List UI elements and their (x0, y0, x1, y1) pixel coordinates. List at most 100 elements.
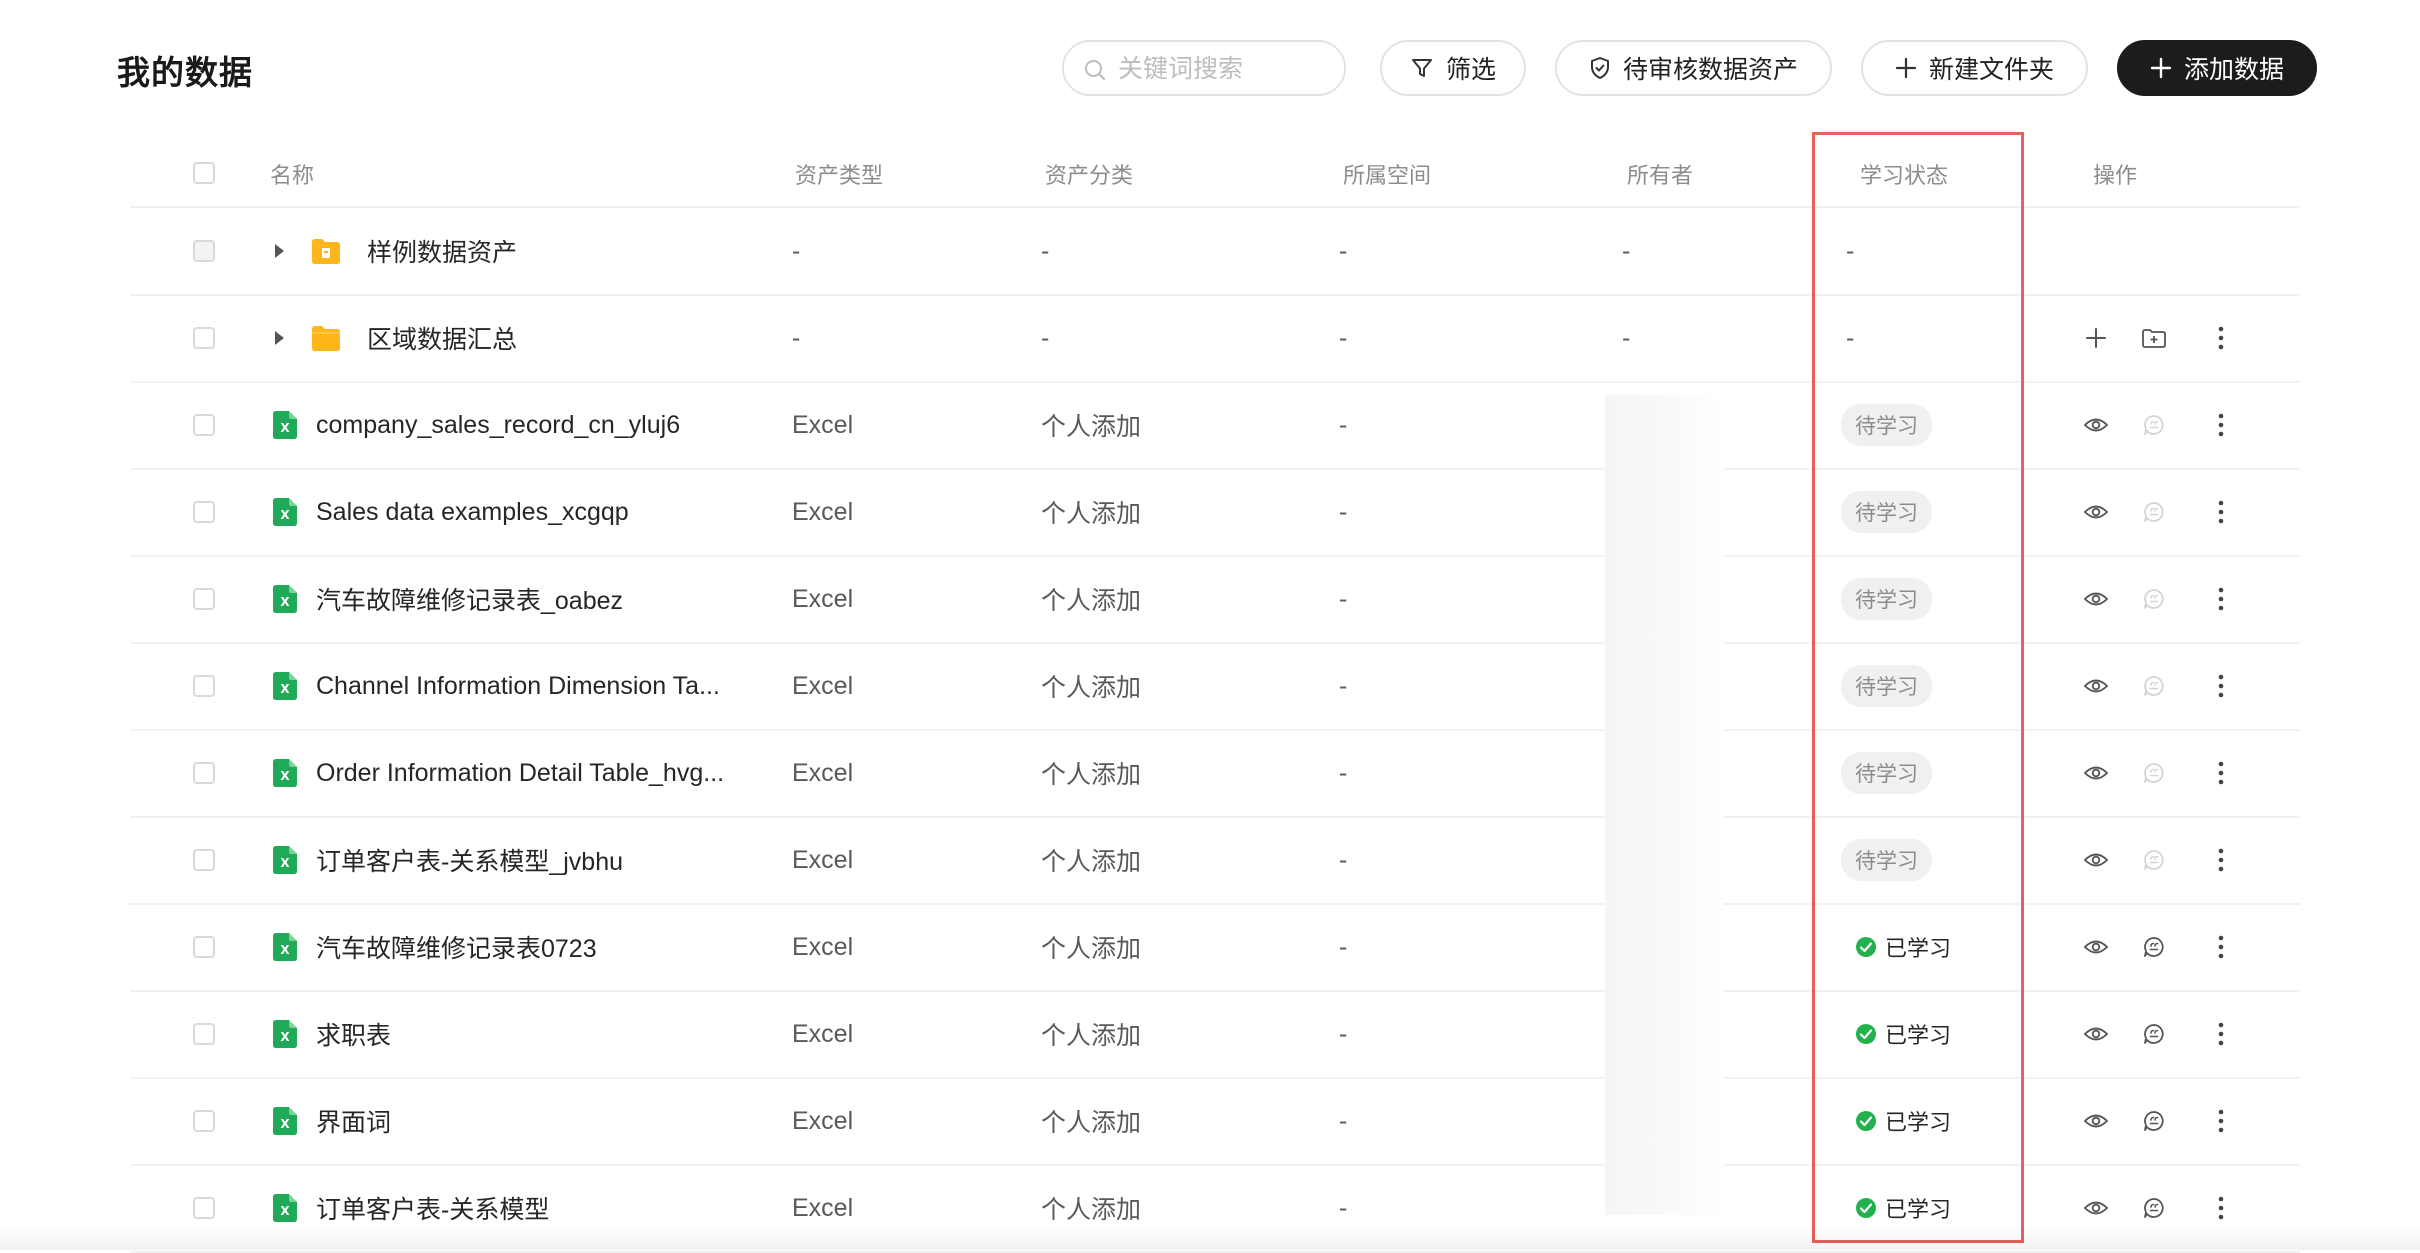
more-icon[interactable] (2207, 933, 2235, 961)
more-icon[interactable] (2207, 498, 2235, 526)
folder-row[interactable]: 区域数据汇总 - - - - - (130, 295, 2300, 383)
chat-icon[interactable] (2140, 933, 2168, 961)
more-icon[interactable] (2207, 846, 2235, 874)
view-icon[interactable] (2082, 411, 2110, 439)
row-checkbox[interactable] (193, 936, 215, 958)
new-folder-button[interactable]: 新建文件夹 (1861, 40, 2088, 96)
view-icon[interactable] (2082, 1107, 2110, 1135)
more-icon[interactable] (2207, 759, 2235, 787)
select-all-checkbox[interactable] (193, 162, 215, 184)
status-text: 已学习 (1885, 1197, 1952, 1222)
space: - (1339, 323, 1348, 352)
folder-icon (311, 295, 341, 381)
more-icon[interactable] (2207, 411, 2235, 439)
chat-icon[interactable] (2140, 1107, 2168, 1135)
column-header-owner[interactable]: 所有者 (1627, 158, 1693, 190)
row-checkbox[interactable] (193, 762, 215, 784)
row-name[interactable]: Order Information Detail Table_hvg... (316, 730, 724, 816)
view-icon[interactable] (2082, 1194, 2110, 1222)
expand-caret-icon[interactable] (272, 208, 286, 294)
search-box[interactable] (1062, 40, 1346, 96)
row-checkbox[interactable] (193, 588, 215, 610)
space: - (1339, 236, 1348, 265)
more-icon[interactable] (2207, 585, 2235, 613)
svg-text:X: X (280, 1204, 290, 1218)
row-name[interactable]: 求职表 (316, 991, 391, 1077)
view-icon[interactable] (2082, 1020, 2110, 1048)
pending-review-button[interactable]: 待审核数据资产 (1555, 40, 1832, 96)
table-row[interactable]: X Order Information Detail Table_hvg... Ex… (130, 730, 2300, 818)
view-icon[interactable] (2082, 933, 2110, 961)
table-row[interactable]: X 汽车故障维修记录表0723 Excel 个人添加 - 已学习 (130, 904, 2300, 992)
space: - (1339, 1106, 1348, 1135)
row-name[interactable]: 汽车故障维修记录表0723 (316, 904, 597, 990)
table-row[interactable]: X 汽车故障维修记录表_oabez Excel 个人添加 - 待学习 (130, 556, 2300, 644)
view-icon[interactable] (2082, 846, 2110, 874)
excel-icon: X (273, 1078, 297, 1164)
asset-type: Excel (792, 1019, 854, 1048)
expand-caret-icon[interactable] (272, 295, 286, 381)
chat-icon[interactable] (2140, 1020, 2168, 1048)
row-checkbox[interactable] (193, 327, 215, 349)
row-name[interactable]: Sales data examples_xcgqp (316, 469, 629, 555)
more-icon[interactable] (2207, 324, 2235, 352)
plus-icon (1895, 57, 1917, 79)
learning-status: 已学习 (1855, 991, 1951, 1077)
more-icon[interactable] (2207, 672, 2235, 700)
table-row[interactable]: X 求职表 Excel 个人添加 - 已学习 (130, 991, 2300, 1079)
more-icon[interactable] (2207, 1020, 2235, 1048)
asset-category: - (1041, 236, 1050, 265)
asset-type: Excel (792, 1106, 854, 1135)
table-row[interactable]: X Channel Information Dimension Ta... Exce… (130, 643, 2300, 731)
svg-text:X: X (280, 1117, 290, 1131)
space: - (1339, 584, 1348, 613)
row-name[interactable]: 汽车故障维修记录表_oabez (316, 556, 623, 642)
more-icon[interactable] (2207, 1194, 2235, 1222)
column-header-space[interactable]: 所属空间 (1343, 158, 1431, 190)
row-name[interactable]: 样例数据资产 (367, 208, 517, 294)
folder-row[interactable]: 样例数据资产 - - - - - (130, 208, 2300, 296)
column-header-asset-type[interactable]: 资产类型 (795, 158, 883, 190)
asset-category: 个人添加 (1041, 587, 1142, 615)
view-icon[interactable] (2082, 498, 2110, 526)
learning-status: 待学习 (1841, 643, 1932, 729)
more-icon[interactable] (2207, 1107, 2235, 1135)
add-folder-icon[interactable] (2140, 324, 2168, 352)
search-input[interactable] (1116, 48, 1330, 90)
row-checkbox[interactable] (193, 675, 215, 697)
row-name[interactable]: 界面词 (316, 1078, 391, 1164)
column-header-asset-category[interactable]: 资产分类 (1045, 158, 1133, 190)
row-checkbox[interactable] (193, 1023, 215, 1045)
folder-sample-icon (311, 208, 341, 294)
table-row[interactable]: X 订单客户表-关系模型_jvbhu Excel 个人添加 - 待学习 (130, 817, 2300, 905)
table-row[interactable]: X 界面词 Excel 个人添加 - 已学习 (130, 1078, 2300, 1166)
excel-icon: X (273, 730, 297, 816)
view-icon[interactable] (2082, 672, 2110, 700)
row-checkbox[interactable] (193, 414, 215, 436)
excel-icon: X (273, 556, 297, 642)
add-data-button[interactable]: 添加数据 (2117, 40, 2317, 96)
learning-status: 待学习 (1841, 382, 1932, 468)
view-icon[interactable] (2082, 759, 2110, 787)
row-name[interactable]: 区域数据汇总 (367, 295, 517, 381)
row-name[interactable]: 订单客户表-关系模型_jvbhu (316, 817, 623, 903)
row-checkbox[interactable] (193, 1197, 215, 1219)
learning-status: 待学习 (1841, 469, 1932, 555)
row-checkbox[interactable] (193, 1110, 215, 1132)
table-row[interactable]: Xcompany_sales_record_cn_yluj6 Excel 个人添加 -… (130, 382, 2300, 470)
filter-button[interactable]: 筛选 (1380, 40, 1526, 96)
view-icon[interactable] (2082, 585, 2110, 613)
row-name[interactable]: Channel Information Dimension Ta... (316, 643, 720, 729)
row-checkbox[interactable] (193, 501, 215, 523)
chat-icon (2140, 759, 2168, 787)
chat-icon[interactable] (2140, 1194, 2168, 1222)
add-icon[interactable] (2082, 324, 2110, 352)
learning-status: - (1846, 236, 1855, 265)
plus-icon (2150, 57, 2172, 79)
column-header-learning-status[interactable]: 学习状态 (1860, 158, 1948, 190)
row-name[interactable]: company_sales_record_cn_yluj6 (316, 382, 680, 468)
table-row[interactable]: X Sales data examples_xcgqp Excel 个人添加 - 待学习 (130, 469, 2300, 557)
row-checkbox[interactable] (193, 849, 215, 871)
asset-category: 个人添加 (1041, 1109, 1142, 1137)
column-header-name[interactable]: 名称 (270, 158, 314, 190)
